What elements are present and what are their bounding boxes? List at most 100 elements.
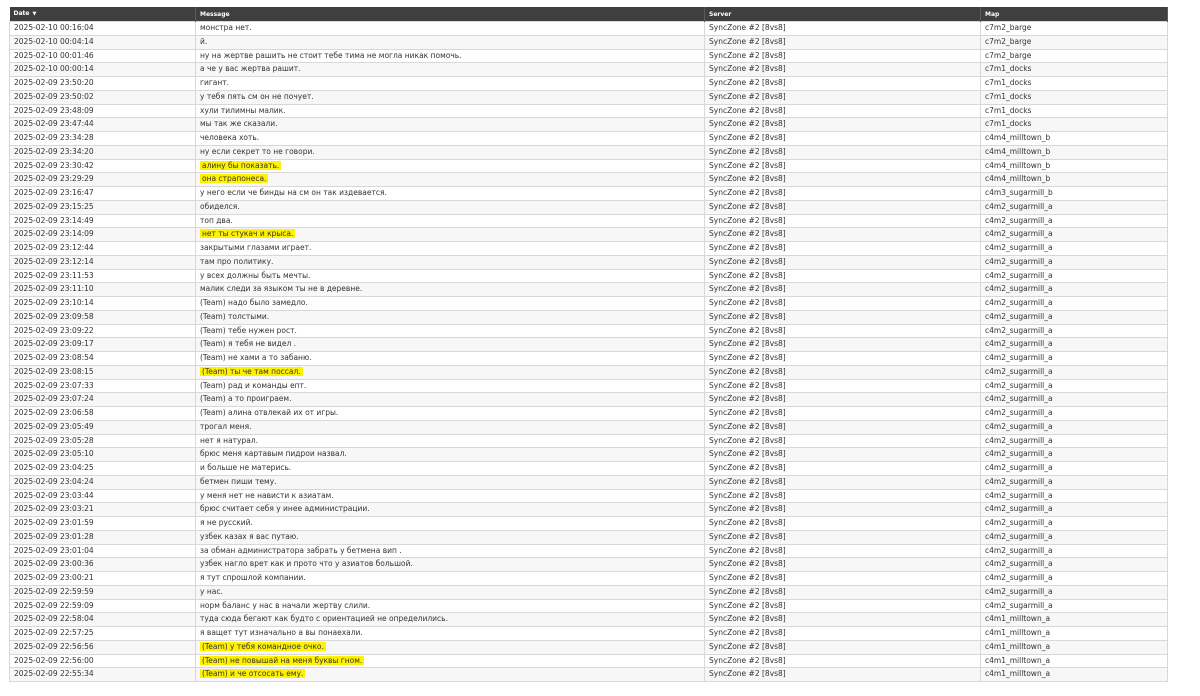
cell-message-text: гигант. bbox=[200, 78, 230, 87]
cell-message-text: хули тилимны малик. bbox=[200, 105, 286, 115]
cell-date-text: 2025-02-10 00:01:46 bbox=[14, 50, 94, 60]
cell-map-text: c4m2_sugarmill_a bbox=[985, 531, 1053, 541]
cell-server-text: SyncZone #2 [8vs8] bbox=[709, 421, 786, 431]
cell-date: 2025-02-09 23:48:09 bbox=[9, 103, 196, 119]
cell-server: SyncZone #2 [8vs8] bbox=[704, 34, 981, 50]
cell-server: SyncZone #2 [8vs8] bbox=[704, 62, 981, 77]
cell-server-text: SyncZone #2 [8vs8] bbox=[709, 91, 786, 101]
cell-date-text: 2025-02-09 23:11:10 bbox=[14, 284, 94, 294]
cell-server-text: SyncZone #2 [8vs8] bbox=[709, 366, 786, 376]
cell-message: (Team) не повышай на меня буквы гном. bbox=[195, 653, 705, 669]
column-header-server[interactable]: Server bbox=[704, 7, 981, 22]
cell-message-text: мы так же сказали. bbox=[200, 119, 278, 129]
cell-message: (Team) я тебя не видел . bbox=[195, 337, 705, 352]
cell-message-text: (Team) не повышай на меня буквы гном. bbox=[200, 655, 365, 665]
cell-server: SyncZone #2 [8vs8] bbox=[704, 639, 981, 655]
table-row: 2025-02-10 00:16:04 монстра нет. SyncZone … bbox=[9, 21, 1168, 36]
cell-server: SyncZone #2 [8vs8] bbox=[704, 461, 981, 476]
cell-message-text: я ващет тут изначально а вы понаехали. bbox=[200, 628, 363, 637]
cell-message: норм баланс у нас в начали жертву слили. bbox=[195, 598, 705, 614]
table-row: 2025-02-09 23:09:58 (Team) толстыми. SyncZ… bbox=[9, 309, 1168, 325]
cell-message-text: нет я натурал. bbox=[200, 435, 259, 445]
cell-message-text: у всех должны быть мечты. bbox=[200, 270, 311, 280]
cell-message-text: она страпонеса. bbox=[200, 174, 269, 184]
cell-map: c4m2_sugarmill_a bbox=[980, 571, 1168, 586]
column-header-date[interactable]: Date ▼ bbox=[9, 7, 196, 22]
cell-map-text: c4m2_sugarmill_a bbox=[985, 270, 1053, 280]
cell-message-text: туда сюда бегают как будто с ориентацией… bbox=[200, 614, 448, 624]
cell-server-text: SyncZone #2 [8vs8] bbox=[709, 284, 786, 294]
cell-map-text: c4m2_sugarmill_a bbox=[985, 243, 1053, 252]
cell-server: SyncZone #2 [8vs8] bbox=[704, 199, 981, 215]
cell-message-text: у него если че бинды на см он так издева… bbox=[200, 188, 387, 197]
cell-map: c4m1_milltown_a bbox=[980, 612, 1168, 627]
cell-server-text: SyncZone #2 [8vs8] bbox=[709, 78, 786, 87]
cell-server: SyncZone #2 [8vs8] bbox=[704, 213, 981, 229]
table-row: 2025-02-09 23:15:25 обиделся. SyncZone #2 … bbox=[9, 199, 1168, 215]
table-body: 2025-02-10 00:16:04 монстра нет. SyncZone … bbox=[9, 21, 1168, 682]
cell-message-text: малик следи за языком ты не в деревне. bbox=[200, 284, 363, 294]
cell-date: 2025-02-09 22:58:04 bbox=[9, 612, 196, 627]
cell-message: (Team) тебе нужен рост. bbox=[195, 323, 705, 339]
cell-map-text: c4m4_milltown_b bbox=[985, 133, 1051, 142]
cell-server: SyncZone #2 [8vs8] bbox=[704, 612, 981, 627]
cell-message: там про политику. bbox=[195, 254, 705, 270]
cell-map: c4m2_sugarmill_a bbox=[980, 364, 1168, 380]
table-row: 2025-02-09 23:14:09 нет ты стукач и крыса… bbox=[9, 227, 1168, 242]
cell-message-text: (Team) надо было замедло. bbox=[200, 298, 308, 307]
cell-server: SyncZone #2 [8vs8] bbox=[704, 254, 981, 270]
column-header-message[interactable]: Message bbox=[195, 7, 705, 22]
cell-date: 2025-02-09 23:04:24 bbox=[9, 474, 196, 490]
cell-message-text: там про политику. bbox=[200, 256, 274, 266]
cell-server-text: SyncZone #2 [8vs8] bbox=[709, 435, 786, 445]
cell-date: 2025-02-09 23:47:44 bbox=[9, 117, 196, 132]
cell-map: c7m1_docks bbox=[980, 76, 1168, 91]
cell-message: монстра нет. bbox=[195, 21, 705, 36]
cell-server: SyncZone #2 [8vs8] bbox=[704, 282, 981, 297]
cell-date-text: 2025-02-09 23:12:44 bbox=[14, 243, 94, 252]
column-header-map[interactable]: Map bbox=[980, 7, 1168, 22]
cell-date-text: 2025-02-09 23:34:20 bbox=[14, 146, 94, 156]
cell-server-text: SyncZone #2 [8vs8] bbox=[709, 64, 786, 74]
cell-server-text: SyncZone #2 [8vs8] bbox=[709, 325, 786, 335]
table-row: 2025-02-09 22:55:34 (Team) и че отсосать … bbox=[9, 667, 1168, 682]
cell-message-text: брюс меня картавым пидрои назвал. bbox=[200, 449, 347, 459]
cell-server: SyncZone #2 [8vs8] bbox=[704, 89, 981, 105]
cell-map-text: c4m2_sugarmill_a bbox=[985, 229, 1053, 239]
cell-message: алину бы показать. bbox=[195, 158, 705, 174]
cell-date-text: 2025-02-09 23:50:20 bbox=[14, 78, 94, 87]
cell-message-text: а че у вас жертва рашит. bbox=[200, 64, 301, 74]
cell-date: 2025-02-09 23:12:14 bbox=[9, 254, 196, 270]
cell-server-text: SyncZone #2 [8vs8] bbox=[709, 614, 786, 624]
cell-date: 2025-02-09 23:09:22 bbox=[9, 323, 196, 339]
cell-map-text: c7m1_docks bbox=[985, 91, 1032, 101]
cell-server: SyncZone #2 [8vs8] bbox=[704, 571, 981, 586]
cell-map: c7m2_barge bbox=[980, 34, 1168, 50]
cell-date: 2025-02-09 23:16:47 bbox=[9, 186, 196, 201]
cell-date: 2025-02-10 00:00:14 bbox=[9, 62, 196, 77]
cell-map: c4m2_sugarmill_a bbox=[980, 406, 1168, 421]
cell-map-text: c4m1_milltown_a bbox=[985, 655, 1051, 665]
cell-date: 2025-02-10 00:01:46 bbox=[9, 48, 196, 64]
cell-map: c4m2_sugarmill_a bbox=[980, 474, 1168, 490]
cell-server-text: SyncZone #2 [8vs8] bbox=[709, 353, 786, 362]
cell-date: 2025-02-09 23:00:36 bbox=[9, 557, 196, 572]
cell-message-text: (Team) рад и команды епт. bbox=[200, 380, 307, 390]
cell-date-text: 2025-02-10 00:04:14 bbox=[14, 36, 94, 46]
cell-map-text: c7m1_docks bbox=[985, 105, 1032, 115]
cell-message-text: бетмен пиши тему. bbox=[200, 476, 277, 486]
cell-date: 2025-02-09 23:50:02 bbox=[9, 89, 196, 105]
cell-message-text: и больше не матерись. bbox=[200, 463, 292, 472]
table-row: 2025-02-09 23:05:10 брюс меня картавым пи… bbox=[9, 447, 1168, 462]
cell-date: 2025-02-09 23:10:14 bbox=[9, 296, 196, 311]
cell-date-text: 2025-02-09 23:05:49 bbox=[14, 421, 94, 431]
cell-map: c4m4_milltown_b bbox=[980, 172, 1168, 187]
table-row: 2025-02-09 23:01:59 я не русский. SyncZone… bbox=[9, 516, 1168, 531]
cell-server: SyncZone #2 [8vs8] bbox=[704, 144, 981, 160]
cell-server: SyncZone #2 [8vs8] bbox=[704, 516, 981, 531]
cell-server: SyncZone #2 [8vs8] bbox=[704, 667, 981, 682]
cell-message: человека хоть. bbox=[195, 131, 705, 146]
cell-message: (Team) и че отсосать ему. bbox=[195, 667, 705, 682]
cell-server: SyncZone #2 [8vs8] bbox=[704, 419, 981, 435]
cell-map: c4m2_sugarmill_a bbox=[980, 351, 1168, 366]
